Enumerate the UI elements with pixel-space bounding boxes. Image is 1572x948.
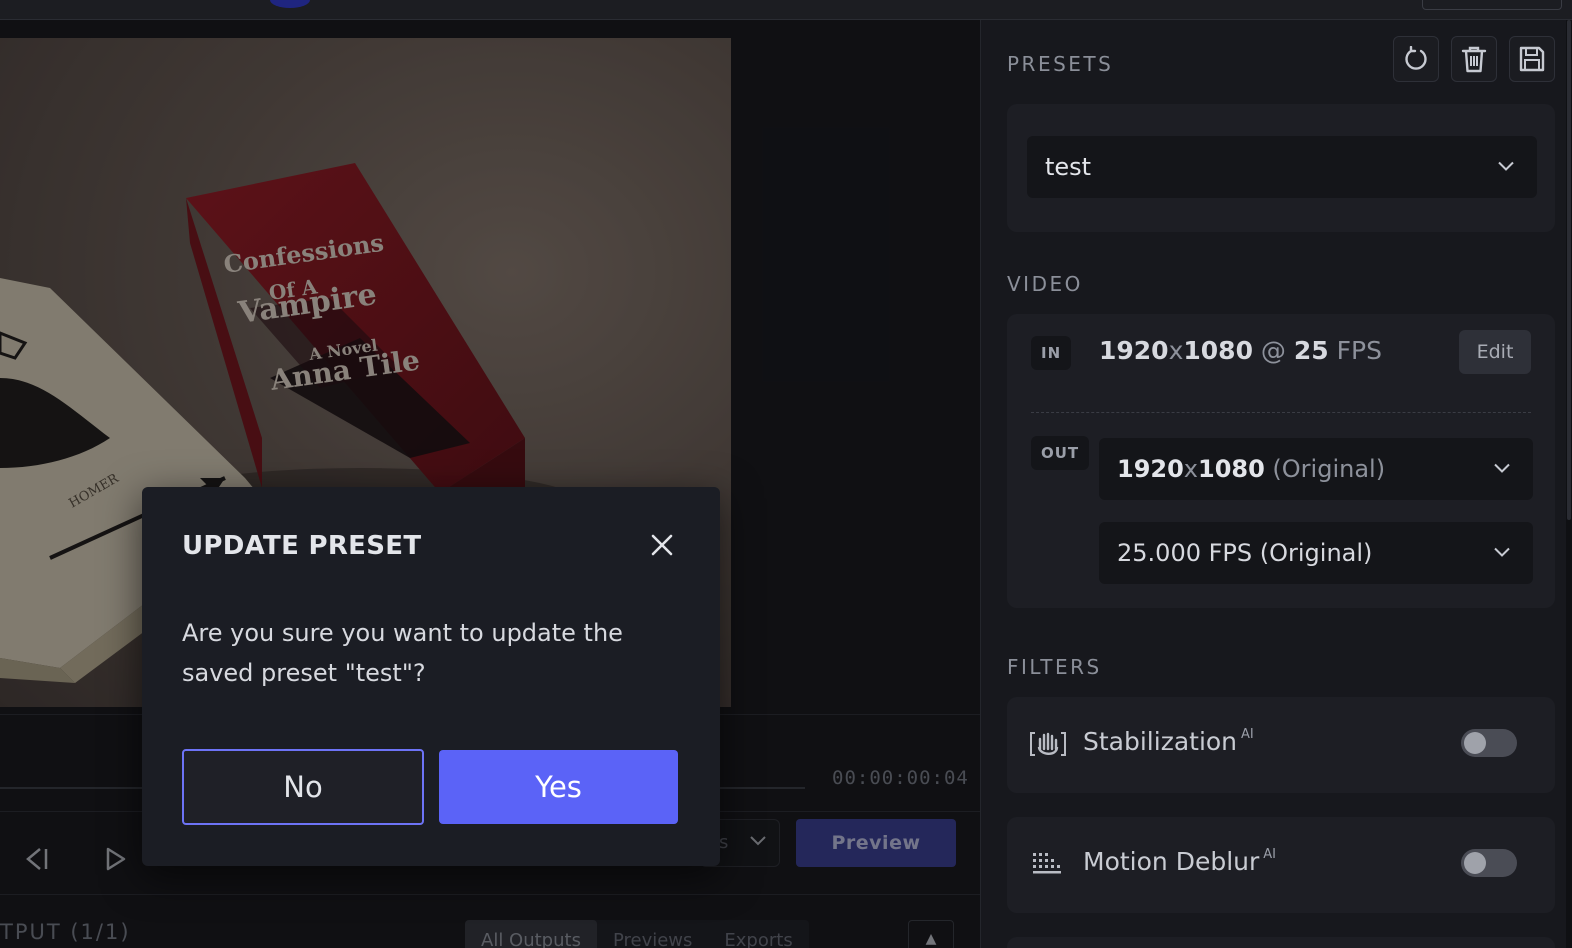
toggle-knob xyxy=(1464,852,1486,874)
presets-title: PRESETS xyxy=(1007,52,1114,76)
output-res-x: x xyxy=(1183,455,1198,483)
ai-badge: AI xyxy=(1241,727,1254,742)
output-height: 1080 xyxy=(1198,455,1265,483)
preset-select-value: test xyxy=(1045,153,1092,181)
presets-card: test xyxy=(1007,104,1555,232)
top-action-button[interactable] xyxy=(1422,0,1562,10)
toggle-knob xyxy=(1464,732,1486,754)
deblur-icon xyxy=(1029,847,1067,881)
chevron-down-icon xyxy=(1493,544,1511,563)
scrollbar-thumb[interactable] xyxy=(1567,20,1571,520)
close-icon xyxy=(651,534,673,556)
avatar[interactable] xyxy=(270,0,310,8)
motion-deblur-toggle[interactable] xyxy=(1461,849,1517,877)
motion-deblur-label: Motion Deblur AI xyxy=(1083,847,1276,876)
divider xyxy=(1031,412,1531,413)
stabilization-label: Stabilization AI xyxy=(1083,727,1254,756)
output-resolution-select[interactable]: 1920x1080 (Original) xyxy=(1099,438,1533,500)
filter-next-partial xyxy=(1007,937,1555,948)
update-preset-dialog: UPDATE PRESET Are you sure you want to u… xyxy=(142,487,720,866)
stabilization-text: Stabilization xyxy=(1083,727,1238,756)
filter-motion-deblur: Motion Deblur AI xyxy=(1007,817,1555,913)
no-button[interactable]: No xyxy=(182,749,424,825)
output-fps-value: 25.000 FPS (Original) xyxy=(1117,539,1373,567)
filters-title: FILTERS xyxy=(1007,655,1102,679)
output-width: 1920 xyxy=(1117,455,1184,483)
output-tag: OUT xyxy=(1031,436,1090,470)
reset-preset-button[interactable] xyxy=(1393,36,1439,82)
scrollbar[interactable] xyxy=(1566,20,1572,948)
input-fps: 25 xyxy=(1293,336,1329,365)
edit-input-button[interactable]: Edit xyxy=(1459,330,1531,374)
input-resolution: 1920x1080 @ 25 FPS xyxy=(1099,336,1382,365)
preset-select[interactable]: test xyxy=(1027,136,1537,198)
stabilization-icon xyxy=(1029,727,1067,761)
filter-stabilization: Stabilization AI xyxy=(1007,697,1555,793)
input-width: 1920 xyxy=(1099,336,1169,365)
reset-icon xyxy=(1405,46,1427,70)
input-at: @ xyxy=(1252,336,1294,365)
input-tag: IN xyxy=(1031,336,1072,370)
ai-badge: AI xyxy=(1263,847,1277,862)
close-button[interactable] xyxy=(648,531,676,559)
chevron-down-icon xyxy=(1497,158,1515,177)
video-card: IN 1920x1080 @ 25 FPS Edit OUT 1920x1080… xyxy=(1007,314,1555,608)
delete-preset-button[interactable] xyxy=(1451,36,1497,82)
save-preset-button[interactable] xyxy=(1509,36,1555,82)
motion-deblur-text: Motion Deblur xyxy=(1083,847,1260,876)
chevron-down-icon xyxy=(1493,460,1511,479)
top-bar xyxy=(0,0,1572,20)
save-icon xyxy=(1519,46,1545,72)
output-res-suffix: (Original) xyxy=(1264,455,1386,483)
dialog-title: UPDATE PRESET xyxy=(182,531,422,561)
output-fps-select[interactable]: 25.000 FPS (Original) xyxy=(1099,522,1533,584)
yes-button[interactable]: Yes xyxy=(439,750,678,824)
stabilization-toggle[interactable] xyxy=(1461,729,1517,757)
output-resolution-value: 1920x1080 (Original) xyxy=(1117,455,1385,483)
app-root: Confessions Of A Vampire A Novel Anna Ti… xyxy=(0,0,1572,948)
input-res-x: x xyxy=(1168,336,1184,365)
input-fps-unit: FPS xyxy=(1328,336,1382,365)
settings-panel: PRESETS test VIDEO IN 1920x1080 @ 25 FPS… xyxy=(980,20,1572,948)
input-height: 1080 xyxy=(1183,336,1253,365)
video-title: VIDEO xyxy=(1007,272,1083,296)
trash-icon xyxy=(1461,46,1487,73)
dialog-message: Are you sure you want to update the save… xyxy=(182,619,623,687)
